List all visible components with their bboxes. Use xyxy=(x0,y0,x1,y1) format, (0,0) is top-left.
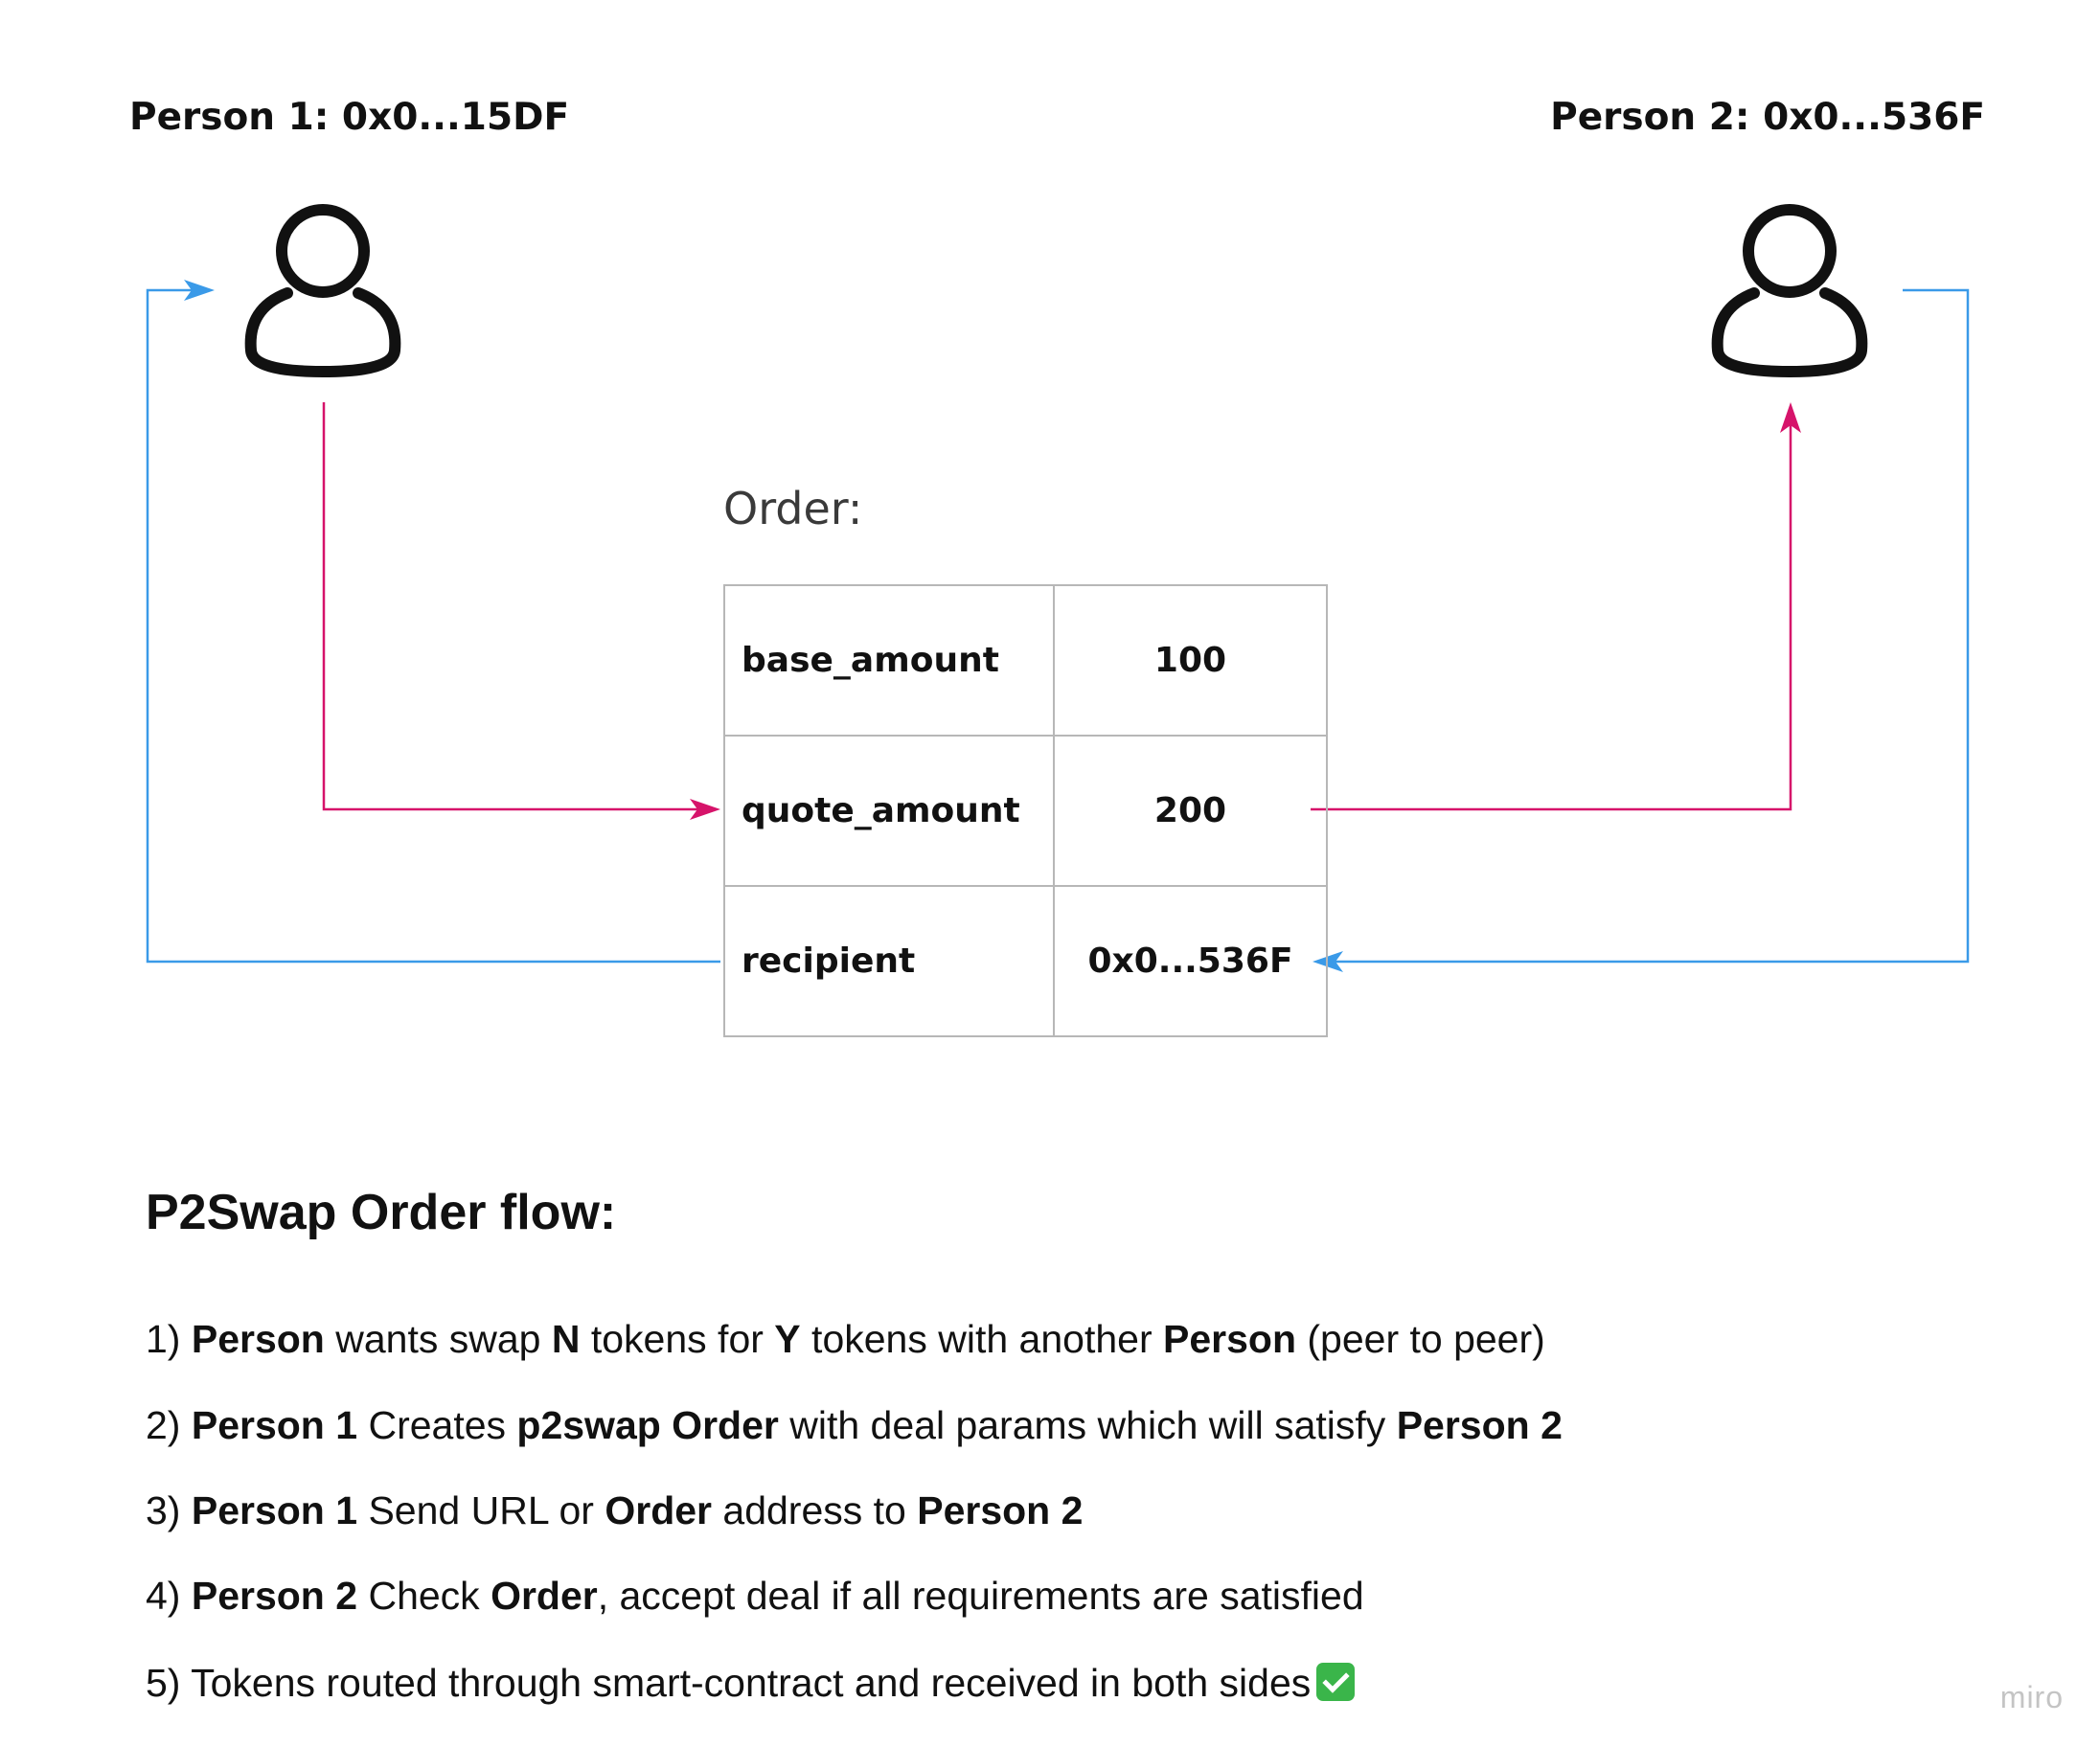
flow-step-3: 3) Person 1 Send URL or Order address to… xyxy=(146,1491,1083,1531)
step-text: wants swap xyxy=(324,1317,552,1361)
step-bold-text: Person 2 xyxy=(191,1574,358,1618)
step-bold-text: Person 2 xyxy=(1396,1403,1563,1447)
person-2-user-icon xyxy=(1711,204,1868,378)
order-key: quote_amount xyxy=(723,735,1055,887)
arrow-recipient-to-person1 xyxy=(146,280,720,964)
order-value: 0x0...536F xyxy=(1053,885,1328,1037)
step-text: 1) xyxy=(146,1317,192,1361)
step-text: address to xyxy=(712,1488,918,1532)
flow-step-5: 5) Tokens routed through smart-contract … xyxy=(146,1661,1356,1705)
person-2-label: Person 2: 0x0...536F xyxy=(1550,96,1985,139)
person-1-user-icon xyxy=(244,204,401,378)
step-bold-text: Y xyxy=(774,1317,801,1361)
order-row-recipient: recipient 0x0...536F xyxy=(723,885,1328,1037)
flow-step-1: 1) Person wants swap N tokens for Y toke… xyxy=(146,1320,1545,1359)
step-text: Check xyxy=(357,1574,491,1618)
check-mark-icon xyxy=(1316,1663,1356,1701)
arrow-person1-to-order xyxy=(322,402,720,820)
step-text: with deal params which will satisfy xyxy=(778,1403,1397,1447)
order-key: base_amount xyxy=(723,584,1055,737)
flow-title: P2Swap Order flow: xyxy=(146,1185,617,1240)
miro-watermark: miro xyxy=(1999,1680,2064,1714)
flow-step-4: 4) Person 2 Check Order, accept deal if … xyxy=(146,1577,1364,1616)
step-text: tokens with another xyxy=(800,1317,1163,1361)
order-key: recipient xyxy=(723,885,1055,1037)
step-text: 5) Tokens routed through smart-contract … xyxy=(146,1661,1312,1705)
order-value: 100 xyxy=(1053,584,1328,737)
step-text: tokens for xyxy=(580,1317,775,1361)
step-bold-text: Person 2 xyxy=(917,1488,1084,1532)
flow-step-2: 2) Person 1 Creates p2swap Order with de… xyxy=(146,1406,1563,1445)
step-text: Send URL or xyxy=(357,1488,605,1532)
step-bold-text: p2swap Order xyxy=(516,1403,779,1447)
step-bold-text: Order xyxy=(605,1488,712,1532)
step-bold-text: Person 1 xyxy=(191,1403,358,1447)
step-bold-text: N xyxy=(551,1317,581,1361)
step-text: 3) xyxy=(146,1488,192,1532)
order-table: base_amount 100 quote_amount 200 recipie… xyxy=(723,584,1328,1037)
order-title: Order: xyxy=(723,483,863,534)
step-bold-text: Person xyxy=(1163,1317,1296,1361)
arrow-order-to-person2 xyxy=(1311,402,1801,811)
step-bold-text: Person 1 xyxy=(191,1488,358,1532)
step-bold-text: Order xyxy=(491,1574,598,1618)
order-value: 200 xyxy=(1053,735,1328,887)
order-row-base-amount: base_amount 100 xyxy=(723,584,1328,737)
arrow-person2-to-recipient xyxy=(1312,288,1970,972)
order-row-quote-amount: quote_amount 200 xyxy=(723,735,1328,887)
step-text: (peer to peer) xyxy=(1296,1317,1545,1361)
step-text: 4) xyxy=(146,1574,192,1618)
step-text: 2) xyxy=(146,1403,192,1447)
step-text: , accept deal if all requirements are sa… xyxy=(597,1574,1364,1618)
step-bold-text: Person xyxy=(191,1317,325,1361)
person-1-label: Person 1: 0x0...15DF xyxy=(129,96,570,139)
step-text: Creates xyxy=(357,1403,517,1447)
